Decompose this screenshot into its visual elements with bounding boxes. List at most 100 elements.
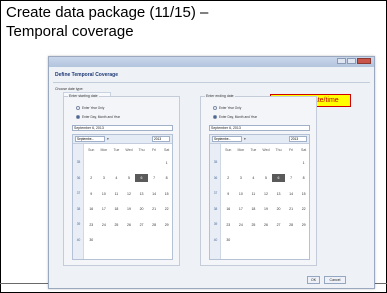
- calendar-day[interactable]: 27: [135, 223, 148, 227]
- calendar-day[interactable]: 10: [98, 192, 111, 196]
- end-day-month-year-option[interactable]: Enter Day, Month and Year: [213, 114, 257, 119]
- calendar-day[interactable]: 15: [297, 192, 310, 196]
- calendar-day[interactable]: 5: [260, 176, 273, 180]
- calendar-day[interactable]: 22: [160, 207, 173, 211]
- choose-date-type-label: Choose date type:: [55, 87, 84, 91]
- calendar-day[interactable]: 20: [135, 207, 148, 211]
- calendar-day[interactable]: 3: [235, 176, 248, 180]
- calendar-grid: Sun Mon Tue Wed Thu Fri Sat 1 2 3 4 5 6 7 8 9 10 11 12 13 14…: [85, 145, 173, 248]
- calendar-day[interactable]: 26: [260, 223, 273, 227]
- calendar-day[interactable]: 20: [272, 207, 285, 211]
- month-dropdown[interactable]: Septembe...: [75, 136, 105, 142]
- cancel-button[interactable]: Cancel: [324, 276, 346, 284]
- calendar-day[interactable]: 29: [297, 223, 310, 227]
- end-year-only-option[interactable]: Enter Year Only: [213, 105, 241, 110]
- option-label: Enter Day, Month and Year: [219, 114, 258, 119]
- calendar-day[interactable]: 12: [123, 192, 136, 196]
- month-dropdown[interactable]: Septembe...: [212, 136, 242, 142]
- calendar-day[interactable]: 26: [123, 223, 136, 227]
- calendar-day[interactable]: 10: [235, 192, 248, 196]
- calendar-day[interactable]: 5: [123, 176, 136, 180]
- radio-icon[interactable]: [76, 105, 80, 110]
- close-icon[interactable]: [357, 58, 371, 64]
- start-year-only-option[interactable]: Enter Year Only: [76, 105, 104, 110]
- calendar-day[interactable]: 9: [85, 192, 98, 196]
- calendar-day[interactable]: 8: [160, 176, 173, 180]
- calendar-day[interactable]: 12: [260, 192, 273, 196]
- calendar-day[interactable]: 16: [222, 207, 235, 211]
- calendar-week-row: 16 17 18 19 20 21 22: [222, 202, 310, 218]
- calendar-day[interactable]: 30: [222, 238, 235, 242]
- calendar-day[interactable]: 25: [247, 223, 260, 227]
- calendar-day[interactable]: 11: [110, 192, 123, 196]
- calendar-day[interactable]: 7: [148, 176, 161, 180]
- year-spinner[interactable]: 2013: [289, 136, 307, 142]
- calendar-day[interactable]: 14: [285, 192, 298, 196]
- week-number: 39: [76, 222, 81, 226]
- selected-day[interactable]: 6: [135, 174, 148, 183]
- calendar-day[interactable]: 7: [285, 176, 298, 180]
- minimize-icon[interactable]: [337, 58, 346, 64]
- calendar-day[interactable]: 4: [110, 176, 123, 180]
- selected-day[interactable]: 6: [272, 174, 285, 183]
- calendar-day[interactable]: 28: [285, 223, 298, 227]
- weekday-label: Sat: [164, 148, 170, 152]
- calendar-day[interactable]: 29: [160, 223, 173, 227]
- calendar-day[interactable]: 2: [85, 176, 98, 180]
- maximize-icon[interactable]: [347, 58, 356, 64]
- calendar-day[interactable]: 11: [247, 192, 260, 196]
- start-day-month-year-option[interactable]: Enter Day, Month and Year: [76, 114, 120, 119]
- calendar-day[interactable]: 3: [98, 176, 111, 180]
- dialog-titlebar[interactable]: [49, 57, 374, 67]
- calendar-day[interactable]: 17: [98, 207, 111, 211]
- weekday-label: Mon: [100, 148, 108, 152]
- calendar-day[interactable]: 15: [160, 192, 173, 196]
- option-label: Enter Day, Month and Year: [82, 114, 121, 119]
- calendar-day[interactable]: 8: [297, 176, 310, 180]
- calendar-grid: Sun Mon Tue Wed Thu Fri Sat 1 2 3 4 5 6 7 8 9 10 11 12 13 14…: [222, 145, 310, 248]
- calendar-day[interactable]: 19: [260, 207, 273, 211]
- end-date-field[interactable]: September 6, 2013: [209, 125, 310, 131]
- calendar-day[interactable]: 18: [110, 207, 123, 211]
- calendar-day[interactable]: 21: [148, 207, 161, 211]
- calendar-day[interactable]: 9: [222, 192, 235, 196]
- year-spinner[interactable]: 2013: [152, 136, 170, 142]
- window-controls: [337, 58, 371, 64]
- weekday-header-row: Sun Mon Tue Wed Thu Fri Sat: [222, 145, 310, 155]
- radio-icon[interactable]: [213, 105, 217, 110]
- start-date-field[interactable]: September 6, 2013: [72, 125, 173, 131]
- radio-selected-icon[interactable]: [213, 114, 217, 119]
- calendar-day[interactable]: 28: [148, 223, 161, 227]
- chevron-down-icon[interactable]: ▾: [107, 137, 109, 141]
- calendar-day[interactable]: 30: [85, 238, 98, 242]
- calendar-day[interactable]: 18: [247, 207, 260, 211]
- calendar-day[interactable]: 19: [123, 207, 136, 211]
- calendar-day[interactable]: 13: [135, 192, 148, 196]
- week-number: 37: [213, 191, 218, 195]
- end-panel-label: Enter ending date: [205, 94, 235, 98]
- ok-button[interactable]: OK: [307, 276, 320, 284]
- calendar-day[interactable]: 23: [222, 223, 235, 227]
- calendar-day[interactable]: 24: [235, 223, 248, 227]
- calendar-day[interactable]: 13: [272, 192, 285, 196]
- calendar-day[interactable]: 16: [85, 207, 98, 211]
- week-number: 39: [213, 222, 218, 226]
- option-label: Enter Year Only: [219, 105, 242, 110]
- weekday-label: Sun: [225, 148, 232, 152]
- calendar-day[interactable]: 25: [110, 223, 123, 227]
- calendar-day[interactable]: 21: [285, 207, 298, 211]
- calendar-day[interactable]: 27: [272, 223, 285, 227]
- chevron-down-icon[interactable]: ▾: [244, 137, 246, 141]
- calendar-day[interactable]: 4: [247, 176, 260, 180]
- calendar-day[interactable]: 2: [222, 176, 235, 180]
- calendar-day[interactable]: 17: [235, 207, 248, 211]
- weekday-label: Wed: [125, 148, 133, 152]
- calendar-day[interactable]: 1: [297, 161, 310, 165]
- calendar-week-row: 2345678: [222, 171, 310, 187]
- calendar-day[interactable]: 24: [98, 223, 111, 227]
- calendar-day[interactable]: 22: [297, 207, 310, 211]
- calendar-day[interactable]: 23: [85, 223, 98, 227]
- calendar-day[interactable]: 14: [148, 192, 161, 196]
- radio-selected-icon[interactable]: [76, 114, 80, 119]
- calendar-day[interactable]: 1: [160, 161, 173, 165]
